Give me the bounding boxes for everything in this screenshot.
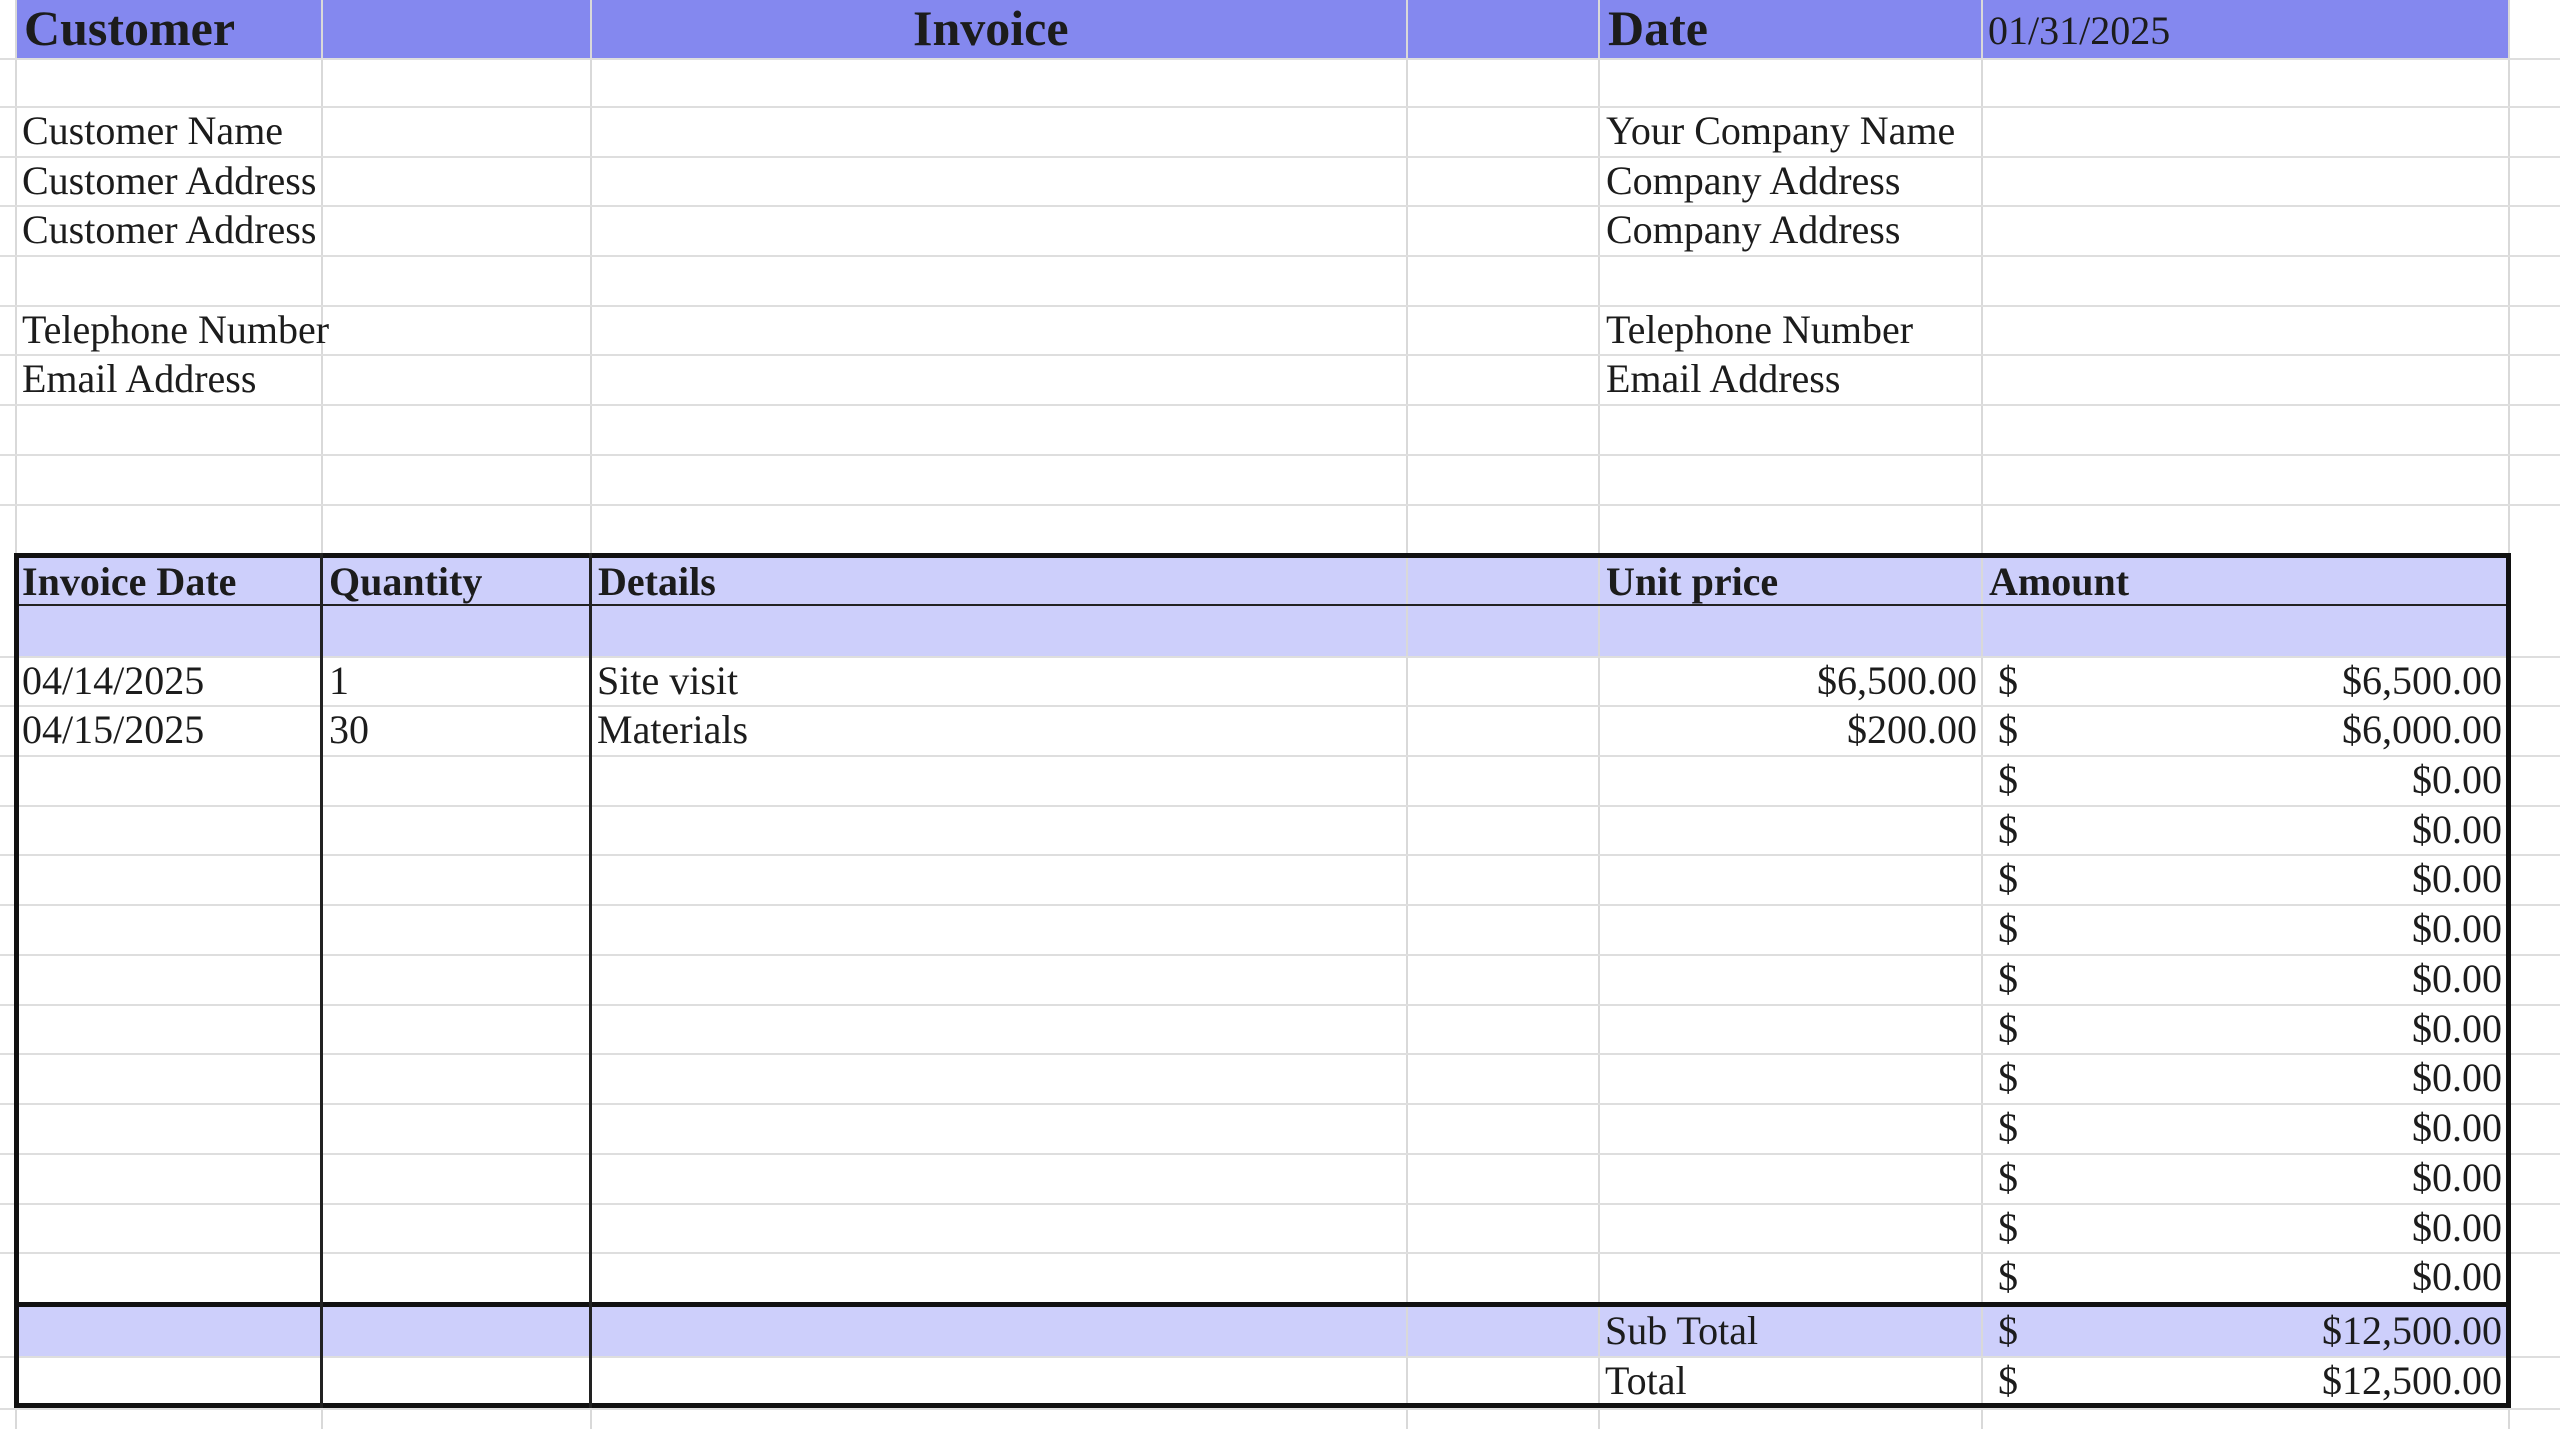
row-7-amount[interactable]: $0.00 (2100, 954, 2502, 1004)
row-12-currency: $ (1998, 1205, 2018, 1250)
row-2-amount[interactable]: $6,000.00 (2100, 705, 2502, 755)
row-1-details[interactable]: Site visit (597, 656, 738, 706)
row-2-date[interactable]: 04/15/2025 (22, 705, 204, 755)
row-11-currency: $ (1998, 1155, 2018, 1200)
row-10-currency: $ (1998, 1105, 2018, 1150)
subtotal-currency: $ (1998, 1308, 2018, 1353)
row-2-unit-price[interactable]: $200.00 (1600, 705, 1977, 755)
subtotal-label: Sub Total (1605, 1308, 1759, 1353)
row-9-amount[interactable]: $0.00 (2100, 1053, 2502, 1103)
row-5-amount[interactable]: $0.00 (2100, 854, 2502, 904)
customer-address-2[interactable]: Customer Address (22, 205, 316, 255)
customer-heading: Customer (24, 0, 236, 56)
row-3-currency: $ (1998, 757, 2018, 802)
invoice-date-value[interactable]: 01/31/2025 (1988, 6, 2170, 56)
row-8-amount[interactable]: $0.00 (2100, 1004, 2502, 1054)
row-8-currency: $ (1998, 1006, 2018, 1051)
column-header-quantity[interactable]: Quantity (329, 557, 482, 607)
row-12-amount[interactable]: $0.00 (2100, 1203, 2502, 1253)
column-header-unit-price[interactable]: Unit price (1606, 557, 1778, 607)
date-heading: Date (1608, 0, 1708, 56)
row-6-amount[interactable]: $0.00 (2100, 904, 2502, 954)
company-address-1[interactable]: Company Address (1606, 156, 1900, 206)
row-7-currency: $ (1998, 956, 2018, 1001)
row-5-currency: $ (1998, 856, 2018, 901)
spreadsheet: Customer Invoice Date 01/31/2025 Custome… (0, 0, 2560, 1429)
customer-name[interactable]: Customer Name (22, 106, 283, 156)
row-2-quantity[interactable]: 30 (329, 705, 369, 755)
total-amount[interactable]: $12,500.00 (2100, 1356, 2502, 1406)
row-3-amount[interactable]: $0.00 (2100, 755, 2502, 805)
company-address-2[interactable]: Company Address (1606, 205, 1900, 255)
column-header-amount[interactable]: Amount (1989, 557, 2129, 607)
invoice-heading: Invoice (913, 0, 1069, 56)
company-email[interactable]: Email Address (1606, 354, 1840, 404)
row-13-amount[interactable]: $0.00 (2100, 1252, 2502, 1302)
row-4-currency: $ (1998, 807, 2018, 852)
company-telephone[interactable]: Telephone Number (1606, 305, 1913, 355)
row-9-currency: $ (1998, 1055, 2018, 1100)
row-6-currency: $ (1998, 906, 2018, 951)
row-1-quantity[interactable]: 1 (329, 656, 349, 706)
company-name[interactable]: Your Company Name (1606, 106, 1955, 156)
row-4-amount[interactable]: $0.00 (2100, 805, 2502, 855)
total-label: Total (1605, 1358, 1687, 1403)
row-13-currency: $ (1998, 1254, 2018, 1299)
customer-address-1[interactable]: Customer Address (22, 156, 316, 206)
row-1-unit-price[interactable]: $6,500.00 (1600, 656, 1977, 706)
total-currency: $ (1998, 1358, 2018, 1403)
row-10-amount[interactable]: $0.00 (2100, 1103, 2502, 1153)
column-header-details[interactable]: Details (598, 557, 716, 607)
subtotal-amount[interactable]: $12,500.00 (2100, 1306, 2502, 1356)
row-2-details[interactable]: Materials (597, 705, 748, 755)
customer-telephone[interactable]: Telephone Number (22, 305, 329, 355)
row-2-currency: $ (1998, 707, 2018, 752)
row-1-amount[interactable]: $6,500.00 (2100, 656, 2502, 706)
row-11-amount[interactable]: $0.00 (2100, 1153, 2502, 1203)
row-1-currency: $ (1998, 658, 2018, 703)
column-header-invoice-date[interactable]: Invoice Date (22, 557, 236, 607)
row-1-date[interactable]: 04/14/2025 (22, 656, 204, 706)
customer-email[interactable]: Email Address (22, 354, 256, 404)
